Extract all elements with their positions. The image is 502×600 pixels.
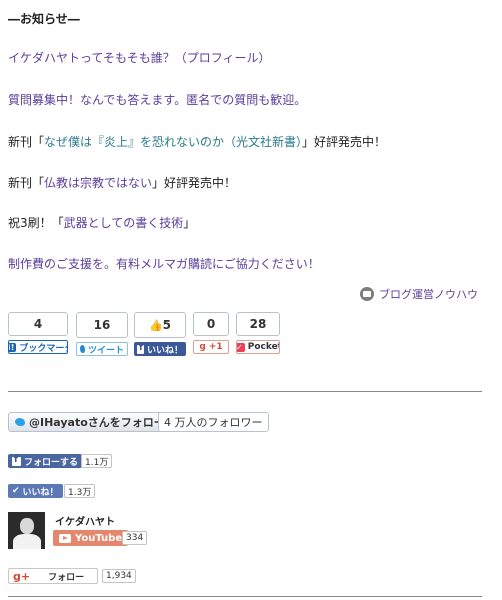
divider-bottom (8, 596, 482, 597)
twitter-bird-icon (80, 345, 85, 353)
twitter-count: 16 (76, 312, 128, 338)
gplus-label: +1 (208, 342, 223, 352)
facebook-count-value: 5 (162, 318, 172, 332)
avatar[interactable] (8, 512, 45, 549)
facebook-like-label: いいね！ (146, 345, 183, 356)
book3-line: 祝3刷！「武器としての書く技術」 (8, 214, 195, 231)
facebook-follow-button[interactable]: フォローする (8, 454, 83, 468)
gplus-icon: g (199, 342, 206, 352)
questions-link[interactable]: 質問募集中！なんでも答えます。匿名での質問も歓迎。 (8, 91, 306, 108)
pocket-count: 28 (236, 312, 280, 336)
youtube-count: 334 (122, 531, 148, 545)
tweet-label: ツイート (87, 345, 124, 356)
gplus-follow-label: フォロー (48, 572, 85, 583)
twitter-bird-icon (15, 418, 25, 426)
gplus-count: 0 (193, 312, 229, 336)
like-count: 1.3万 (64, 484, 96, 498)
twitter-follow-label: @IHayatoさんをフォロー (29, 416, 165, 429)
youtube-subscribe-button[interactable]: YouTube (53, 530, 129, 546)
twitter-follow-button[interactable]: @IHayatoさんをフォロー (8, 412, 172, 432)
tweet-button[interactable]: ツイート (76, 342, 128, 356)
facebook-count: 👍 5 (134, 312, 186, 338)
book1-prefix: 新刊「 (8, 135, 45, 149)
like-label: いいね！ (22, 487, 59, 498)
profile-link[interactable]: イケダハヤトってそもそも誰？（プロフィール） (8, 49, 271, 66)
pocket-button[interactable]: ✓ Pocket (236, 340, 280, 354)
thumbs-up-icon: 👍 (148, 318, 163, 332)
youtube-label: YouTube (75, 532, 123, 544)
book2-suffix: 」好評発売中！ (152, 176, 237, 190)
gplus-icon: g+ (13, 569, 31, 583)
category-link[interactable]: ブログ運営ノウハウ (360, 286, 478, 302)
twitter-follower-count: 4 万人のフォロワー (158, 412, 269, 432)
divider-top (8, 391, 482, 392)
youtube-channel-name[interactable]: イケダハヤト (55, 513, 115, 528)
youtube-icon (59, 533, 71, 543)
facebook-like-button[interactable]: いいね！ (134, 342, 186, 356)
notice-heading: ―お知らせ― (8, 12, 80, 26)
hatena-count: 4 (8, 312, 68, 336)
book1-line: 新刊「なぜ僕は『炎上』を恐れないのか（光文社新書）」好評発売中！ (8, 133, 386, 150)
hatena-icon: B! (9, 342, 17, 352)
pocket-label: Pocket (247, 342, 280, 352)
gplus-follow-button[interactable]: g+ フォロー (8, 568, 98, 584)
gplus-share[interactable]: 0 g +1 (193, 312, 229, 354)
facebook-icon (137, 343, 144, 354)
book1-suffix: 」好評発売中！ (302, 135, 387, 149)
check-icon: ✔ (12, 486, 20, 496)
twitter-share[interactable]: 16 ツイート (76, 312, 128, 356)
support-link[interactable]: 制作費のご支援を。有料メルマガ購読にご協力ください！ (8, 255, 320, 272)
pocket-icon: ✓ (236, 342, 245, 352)
facebook-follow-count: 1.1万 (81, 454, 113, 468)
avatar-body (13, 534, 41, 549)
book3-suffix: 」 (183, 216, 196, 230)
book2-line: 新刊「仏教は宗教ではない」好評発売中！ (8, 174, 236, 191)
book2-link[interactable]: 仏教は宗教ではない (44, 176, 152, 190)
facebook-follow-label: フォローする (24, 457, 79, 468)
avatar-face (20, 518, 34, 534)
facebook-share[interactable]: 👍5 いいね！ (134, 312, 186, 356)
facebook-icon (12, 455, 21, 466)
hatena-label: ブックマーク (19, 343, 68, 354)
hatena-share[interactable]: 4 B!ブックマーク (8, 312, 68, 354)
hatena-button[interactable]: B!ブックマーク (8, 340, 68, 354)
book2-prefix: 新刊「 (8, 176, 45, 190)
category-label: ブログ運営ノウハウ (379, 288, 478, 301)
folder-icon (360, 287, 374, 301)
book3-prefix: 祝3刷！「 (8, 216, 64, 230)
facebook-page-like-button[interactable]: ✔ いいね！ (8, 484, 63, 498)
gplus-button[interactable]: g +1 (193, 340, 229, 354)
gplus-follow-count: 1,934 (102, 569, 136, 583)
book1-link[interactable]: なぜ僕は『炎上』を恐れないのか（光文社新書） (44, 135, 302, 149)
book3-link[interactable]: 武器としての書く技術 (64, 216, 184, 230)
pocket-share[interactable]: 28 ✓ Pocket (236, 312, 280, 354)
